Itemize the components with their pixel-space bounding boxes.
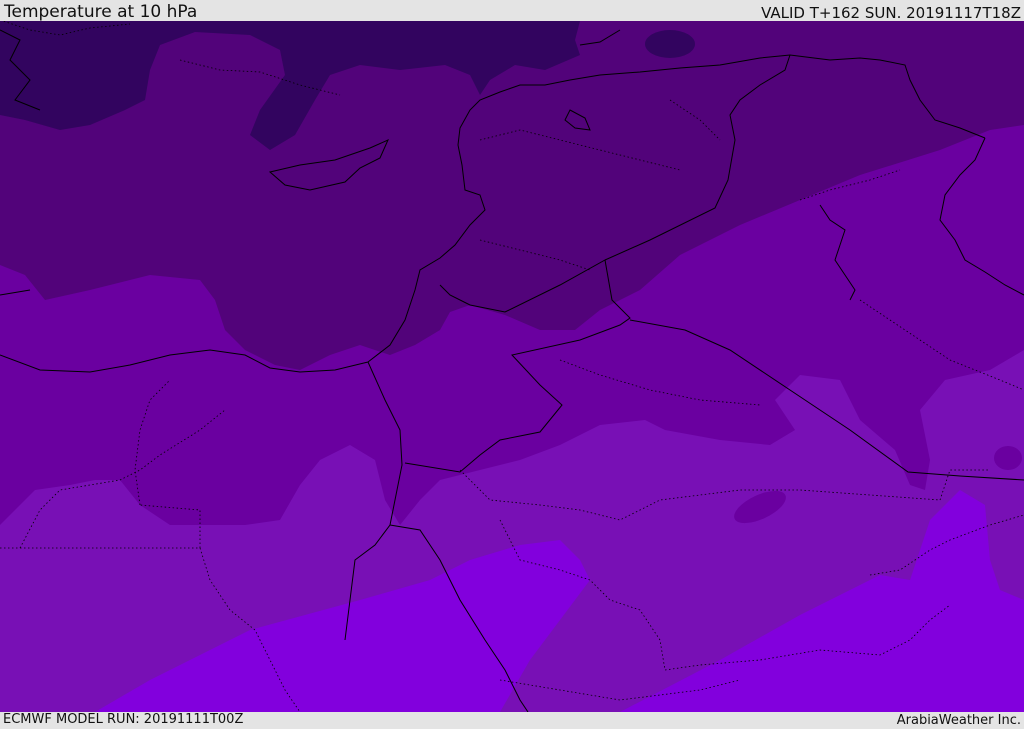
model-run-label: ECMWF MODEL RUN: 20191111T00Z [3,712,244,727]
footer-bar: ECMWF MODEL RUN: 20191111T00Z ArabiaWeat… [0,712,1024,729]
credit-label: ArabiaWeather Inc. [896,713,1021,728]
map-title: Temperature at 10 hPa [4,2,198,22]
map-canvas [0,21,1024,712]
temp-cell-mid-gulf [994,446,1022,470]
valid-time-label: VALID T+162 SUN. 20191117T18Z [761,4,1021,22]
temp-cell-coldest-north [645,30,695,58]
temperature-map[interactable] [0,21,1024,712]
header-bar: Temperature at 10 hPa VALID T+162 SUN. 2… [0,0,1024,21]
